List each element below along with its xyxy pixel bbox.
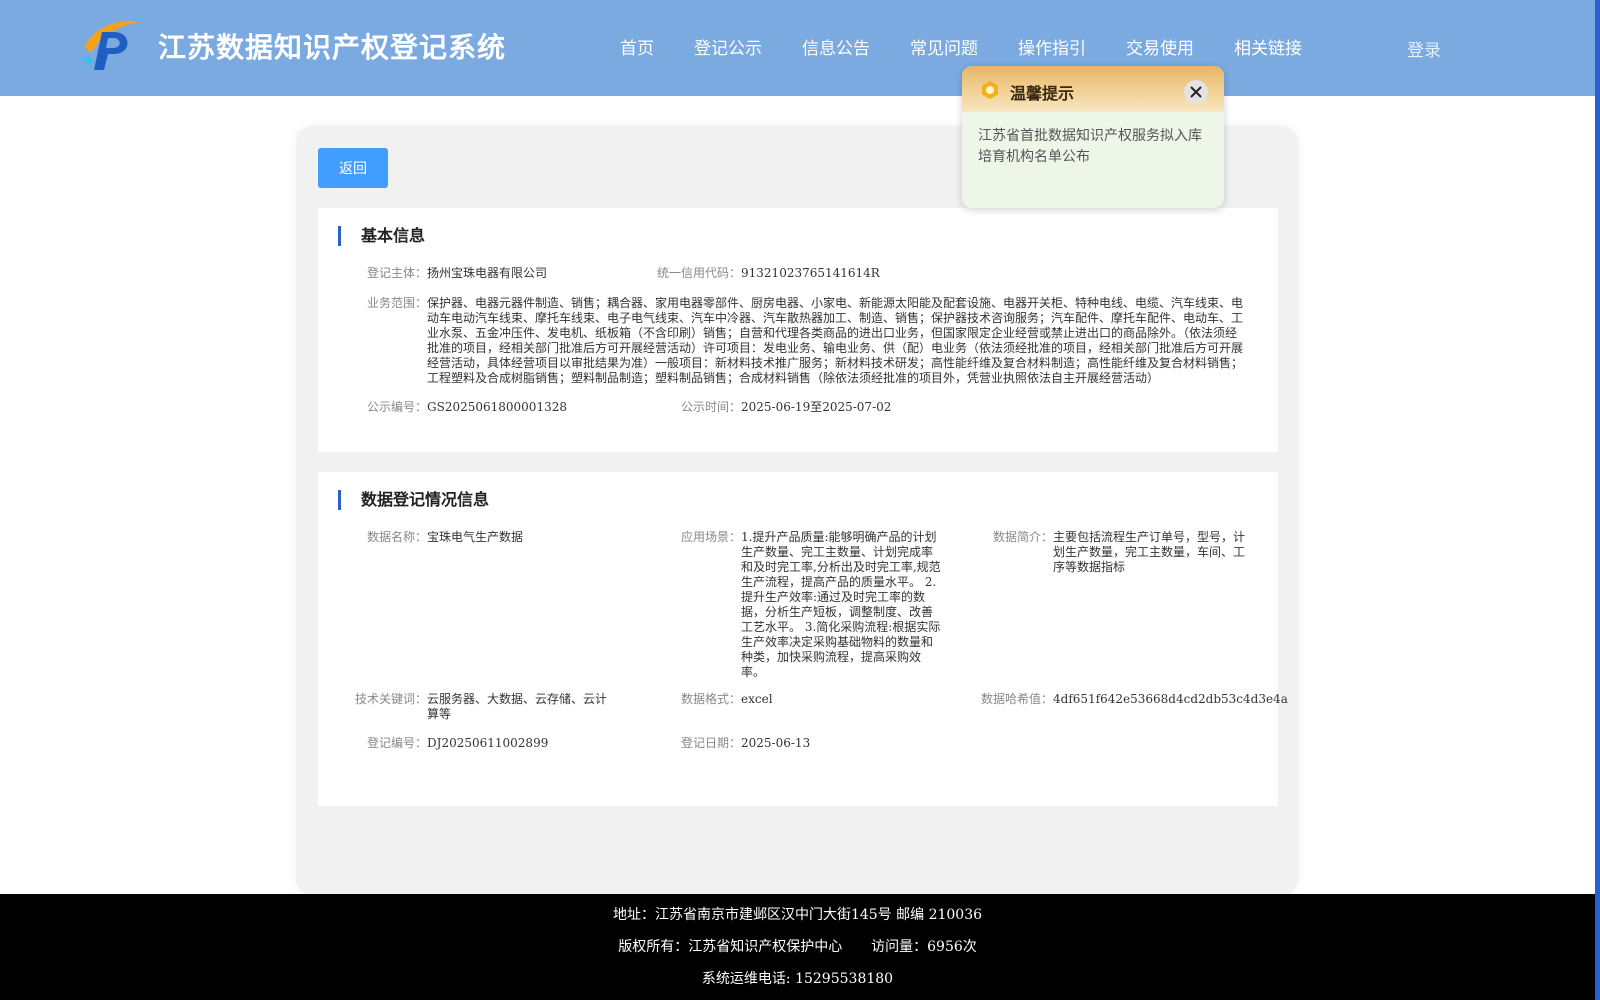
- keywords-field: 技术关键词： 云服务器、大数据、云存储、云计算等: [355, 692, 617, 722]
- login-link[interactable]: 登录: [1407, 36, 1441, 61]
- data-registration-title: 数据登记情况信息: [338, 490, 489, 510]
- subject-value: 扬州宝珠电器有限公司: [427, 266, 548, 280]
- reg-no-value: DJ20250611002899: [427, 736, 549, 750]
- intro-value: 主要包括流程生产订单号，型号，计划生产数量，完工主数量，车间、工序等数据指标: [1053, 530, 1246, 574]
- nav-item-announcements[interactable]: 信息公告: [802, 34, 870, 59]
- notice-popup: 温馨提示 江苏省首批数据知识产权服务拟入库培育机构名单公布: [962, 66, 1224, 208]
- format-label: 数据格式：: [681, 692, 742, 706]
- keywords-label: 技术关键词：: [355, 692, 428, 706]
- intro-label: 数据简介：: [993, 530, 1054, 544]
- footer-phone: 系统运维电话: 15295538180: [701, 971, 894, 987]
- hash-value: 4df651f642e53668d4cd2db53c4d3e4a: [1053, 692, 1288, 706]
- scope-value: 保护器、电器元器件制造、销售；耦合器、家用电器零部件、厨房电器、小家电、新能源太…: [427, 296, 1244, 385]
- page-scrollbar[interactable]: [1595, 0, 1600, 1000]
- nav-item-guide[interactable]: 操作指引: [1018, 34, 1086, 59]
- main-nav: 首页 登记公示 信息公告 常见问题 操作指引 交易使用 相关链接: [620, 34, 1342, 59]
- site-footer: 地址：江苏省南京市建邺区汉中门大街145号 邮编 210036 版权所有：江苏省…: [0, 894, 1595, 1000]
- footer-address: 地址：江苏省南京市建邺区汉中门大街145号 邮编 210036: [612, 907, 983, 923]
- nav-item-trade-use[interactable]: 交易使用: [1126, 34, 1194, 59]
- reg-date-label: 登记日期：: [681, 736, 742, 750]
- format-value: excel: [741, 692, 773, 706]
- footer-copyright-line: 版权所有：江苏省知识产权保护中心 访问量：6956次: [0, 936, 1595, 956]
- subject-label: 登记主体：: [367, 266, 428, 280]
- data-name-value: 宝珠电气生产数据: [427, 530, 524, 544]
- site-title: 江苏数据知识产权登记系统: [158, 31, 507, 64]
- scene-field: 应用场景： 1.提升产品质量:能够明确产品的计划生产数量、完工主数量、计划完成率…: [681, 530, 941, 680]
- reg-no-field: 登记编号： DJ20250611002899: [367, 736, 548, 751]
- credit-code-value: 91321023765141614R: [741, 266, 880, 280]
- site-logo-icon[interactable]: [80, 18, 142, 72]
- scene-label: 应用场景：: [681, 530, 742, 544]
- reg-date-value: 2025-06-13: [741, 736, 811, 750]
- nav-item-related-links[interactable]: 相关链接: [1234, 34, 1302, 59]
- notice-popup-message[interactable]: 江苏省首批数据知识产权服务拟入库培育机构名单公布: [978, 126, 1210, 168]
- keywords-value: 云服务器、大数据、云存储、云计算等: [427, 692, 608, 721]
- site-header: 江苏数据知识产权登记系统 首页 登记公示 信息公告 常见问题 操作指引 交易使用…: [0, 0, 1595, 96]
- reg-no-label: 登记编号：: [367, 736, 428, 750]
- data-name-label: 数据名称：: [367, 530, 428, 544]
- notice-bulb-icon: [982, 81, 998, 99]
- pub-time-label: 公示时间：: [681, 400, 742, 414]
- pub-no-label: 公示编号：: [367, 400, 428, 414]
- nav-item-registration-publicity[interactable]: 登记公示: [694, 34, 762, 59]
- reg-date-field: 登记日期： 2025-06-13: [681, 736, 810, 751]
- data-registration-card: 数据登记情况信息 数据名称： 宝珠电气生产数据 应用场景： 1.提升产品质量:能…: [318, 472, 1288, 806]
- footer-visits: 访问量：6956次: [871, 939, 977, 955]
- scope-field: 业务范围： 保护器、电器元器件制造、销售；耦合器、家用电器零部件、厨房电器、小家…: [367, 296, 1247, 386]
- pub-no-field: 公示编号： GS2025061800001328: [367, 400, 567, 415]
- data-name-field: 数据名称： 宝珠电气生产数据: [367, 530, 617, 545]
- nav-item-faq[interactable]: 常见问题: [910, 34, 978, 59]
- scope-label: 业务范围：: [367, 296, 428, 310]
- hash-label: 数据哈希值：: [981, 692, 1054, 706]
- pub-time-field: 公示时间： 2025-06-19至2025-07-02: [681, 400, 891, 415]
- format-field: 数据格式： excel: [681, 692, 773, 707]
- credit-code-label: 统一信用代码：: [657, 266, 742, 280]
- close-icon[interactable]: [1184, 80, 1208, 104]
- notice-popup-header: 温馨提示: [962, 66, 1224, 112]
- basic-info-title: 基本信息: [338, 226, 425, 246]
- notice-popup-title: 温馨提示: [1010, 84, 1075, 103]
- credit-code-field: 统一信用代码： 91321023765141614R: [657, 266, 880, 281]
- footer-copyright: 版权所有：江苏省知识产权保护中心: [618, 939, 843, 955]
- basic-info-card: 基本信息 登记主体： 扬州宝珠电器有限公司 统一信用代码： 9132102376…: [318, 208, 1278, 452]
- hash-field: 数据哈希值： 4df651f642e53668d4cd2db53c4d3e4a: [981, 692, 1288, 707]
- subject-field: 登记主体： 扬州宝珠电器有限公司: [367, 266, 547, 281]
- nav-item-home[interactable]: 首页: [620, 34, 654, 59]
- scene-value: 1.提升产品质量:能够明确产品的计划生产数量、完工主数量、计划完成率和及时完工率…: [741, 530, 941, 679]
- back-button[interactable]: 返回: [318, 148, 388, 188]
- pub-no-value: GS2025061800001328: [427, 400, 567, 414]
- intro-field: 数据简介： 主要包括流程生产订单号，型号，计划生产数量，完工主数量，车间、工序等…: [993, 530, 1248, 575]
- pub-time-value: 2025-06-19至2025-07-02: [741, 400, 892, 414]
